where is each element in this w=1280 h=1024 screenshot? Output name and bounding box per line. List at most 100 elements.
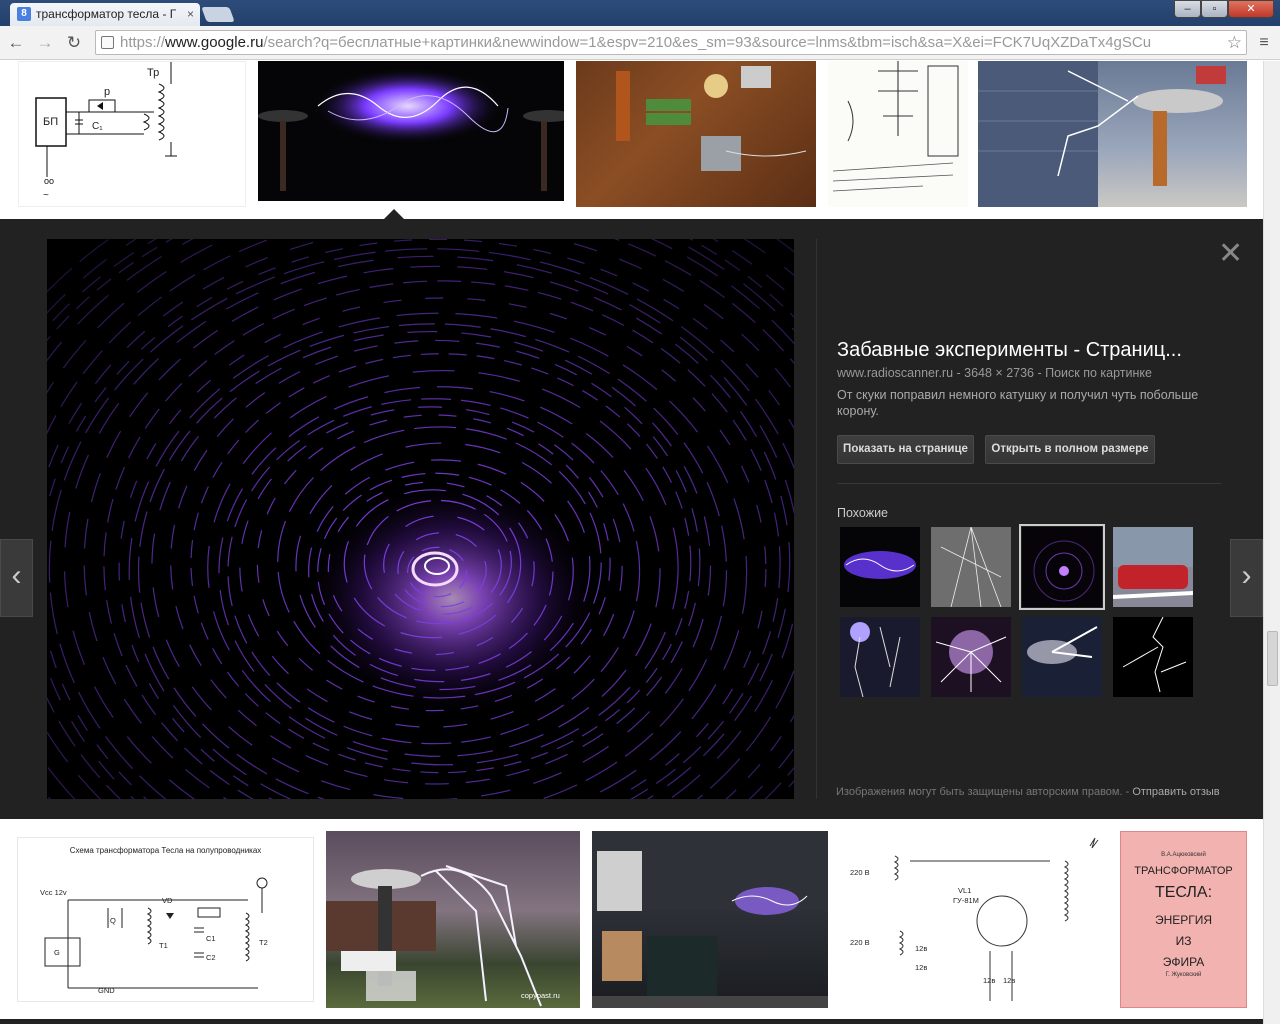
- vertical-scrollbar[interactable]: [1263, 61, 1280, 1024]
- schematic-drawing: oo: [35, 62, 177, 186]
- window-titlebar: 8 трансформатор тесла - Г × – ▫ ✕: [0, 0, 1280, 26]
- google-favicon-icon: 8: [17, 7, 31, 21]
- url-scheme: https://: [120, 34, 166, 51]
- result-thumb-plasma-arc[interactable]: [258, 61, 564, 201]
- send-feedback-link[interactable]: Отправить отзыв: [1132, 786, 1219, 798]
- show-on-page-button[interactable]: Показать на странице: [837, 435, 974, 464]
- garage-experiment-photo: [592, 831, 828, 1008]
- image-results-page: oo Тр р БП C₁ ~ ✕ Забавные эксперименты …: [0, 61, 1263, 1024]
- tab-title: трансформатор тесла - Г: [36, 7, 177, 21]
- section-divider: [837, 483, 1221, 484]
- menu-icon[interactable]: ≡: [1255, 32, 1273, 54]
- schematic-label: VL1: [958, 886, 972, 895]
- result-thumb-tube-schematic[interactable]: 220 В 220 В VL1 ГУ-81М 12в 12в 12в 12в: [840, 831, 1108, 1008]
- previous-image-arrow-icon[interactable]: ‹: [0, 539, 33, 617]
- garage-coil-photo: [978, 61, 1226, 207]
- similar-image[interactable]: [1113, 527, 1193, 607]
- book-footer: Г. Жуковский: [1165, 972, 1202, 978]
- schematic-label: VD: [162, 896, 173, 905]
- meta-separator: -: [1034, 366, 1046, 380]
- forward-arrow-icon[interactable]: →: [34, 32, 56, 54]
- url-host: www.google.ru: [165, 34, 264, 51]
- page-icon: [101, 36, 114, 49]
- book-subtitle: ЭНЕРГИЯ ИЗ ЭФИРА: [1121, 910, 1246, 973]
- result-thumb-coil-on-table[interactable]: [576, 61, 816, 207]
- url-path: /search?q=бесплатные+картинки&newwindow=…: [263, 34, 1152, 51]
- panel-divider: [816, 239, 817, 799]
- sketch-drawing: [832, 61, 959, 192]
- schematic-label: 12в: [915, 944, 928, 953]
- copyright-text: Изображения могут быть защищены авторски…: [836, 786, 1123, 798]
- search-by-image-link[interactable]: Поиск по картинке: [1045, 366, 1152, 380]
- purple-spiral-plasma-photo: [47, 239, 794, 799]
- similar-image[interactable]: [931, 617, 1011, 697]
- similar-image[interactable]: [1022, 617, 1102, 697]
- new-tab-button[interactable]: [201, 7, 235, 22]
- scrollbar-thumb[interactable]: [1267, 631, 1278, 686]
- open-full-size-button[interactable]: Открыть в полном размере: [985, 435, 1155, 464]
- reload-icon[interactable]: ↻: [63, 32, 85, 54]
- similar-image[interactable]: [931, 527, 1011, 607]
- similar-image[interactable]: [840, 527, 920, 607]
- result-thumb-tesla-sketch[interactable]: [828, 61, 968, 207]
- house-lightning-photo: [326, 865, 542, 1007]
- window-minimize-button[interactable]: –: [1174, 0, 1201, 18]
- book-title-line: ТЕСЛА:: [1154, 884, 1213, 901]
- svg-text:oo: oo: [44, 176, 54, 186]
- schematic-label: T2: [259, 938, 268, 947]
- schematic-label: C2: [206, 953, 216, 962]
- image-title[interactable]: Забавные эксперименты - Страниц...: [837, 339, 1227, 362]
- schematic-label: Vcc 12v: [40, 888, 67, 897]
- coil-on-table-photo: [616, 66, 807, 171]
- main-preview-image[interactable]: [47, 239, 794, 799]
- next-row-strip: [0, 1019, 1263, 1024]
- meta-separator: -: [953, 366, 965, 380]
- similar-image[interactable]: [1113, 617, 1193, 697]
- schematic-label: Q: [110, 916, 116, 925]
- window-maximize-button[interactable]: ▫: [1201, 0, 1228, 18]
- result-thumb-tesla-schematic[interactable]: oo Тр р БП C₁ ~: [18, 61, 246, 207]
- back-arrow-icon[interactable]: ←: [5, 32, 27, 54]
- next-image-arrow-icon[interactable]: ›: [1230, 539, 1263, 617]
- image-dimensions: 3648 × 2736: [964, 366, 1035, 380]
- similar-heading: Похожие: [837, 506, 889, 520]
- watermark: copypast.ru: [521, 991, 560, 1000]
- result-thumb-garage-experiment[interactable]: [592, 831, 828, 1008]
- tube-schematic-drawing: [893, 837, 1099, 1001]
- similar-image[interactable]: [840, 617, 920, 697]
- image-description: От скуки поправил немного катушку и полу…: [837, 388, 1199, 418]
- schematic-label: Тр: [147, 67, 160, 79]
- star-icon[interactable]: ☆: [1227, 31, 1242, 54]
- address-bar[interactable]: https://www.google.ru/search?q=бесплатны…: [95, 30, 1247, 55]
- schematic-label: 220 В: [850, 868, 870, 877]
- result-thumb-garage-coil[interactable]: [978, 61, 1247, 207]
- book-title-line: ТРАНСФОРМАТОР: [1134, 865, 1233, 877]
- schematic-label: C₁: [92, 121, 103, 132]
- similar-image-selected[interactable]: [1019, 524, 1105, 610]
- schematic-label: T1: [159, 941, 168, 950]
- copyright-separator: -: [1122, 786, 1133, 798]
- schematic-label: р: [104, 86, 111, 98]
- book-subtitle-line: ЭНЕРГИЯ: [1154, 913, 1213, 927]
- book-subtitle-line: ИЗ: [1175, 934, 1192, 948]
- schematic-label: ГУ-81М: [953, 896, 979, 905]
- browser-tab[interactable]: 8 трансформатор тесла - Г ×: [10, 3, 200, 26]
- image-site[interactable]: www.radioscanner.ru: [837, 366, 953, 380]
- schematic-label: G: [54, 948, 60, 957]
- result-thumb-semiconductor-schematic[interactable]: Схема трансформатора Тесла на полупровод…: [17, 837, 314, 1002]
- schematic-label: C1: [206, 934, 216, 943]
- image-meta: www.radioscanner.ru - 3648 × 2736 - Поис…: [837, 366, 1152, 380]
- semiconductor-schematic-drawing: [44, 877, 268, 989]
- tab-close-icon[interactable]: ×: [187, 7, 194, 21]
- result-thumb-book-cover[interactable]: В.А.Ацюковский ТРАНСФОРМАТОР ТЕСЛА: ЭНЕР…: [1120, 831, 1247, 1008]
- schematic-label: 12в: [1003, 976, 1016, 985]
- copyright-notice: Изображения могут быть защищены авторски…: [836, 786, 1220, 798]
- browser-toolbar: ← → ↻ https://www.google.ru/search?q=бес…: [0, 26, 1280, 60]
- result-thumb-house-lightning[interactable]: copypast.ru: [326, 831, 580, 1008]
- window-close-button[interactable]: ✕: [1228, 0, 1274, 18]
- book-subtitle-line: ЭФИРА: [1162, 955, 1205, 969]
- book-author: В.А.Ацюковский: [1161, 852, 1206, 858]
- close-icon[interactable]: ✕: [1218, 239, 1243, 269]
- plasma-arc-photo: [258, 68, 564, 191]
- image-preview-panel: ✕ Забавные эксперименты - Страниц... www…: [0, 219, 1263, 819]
